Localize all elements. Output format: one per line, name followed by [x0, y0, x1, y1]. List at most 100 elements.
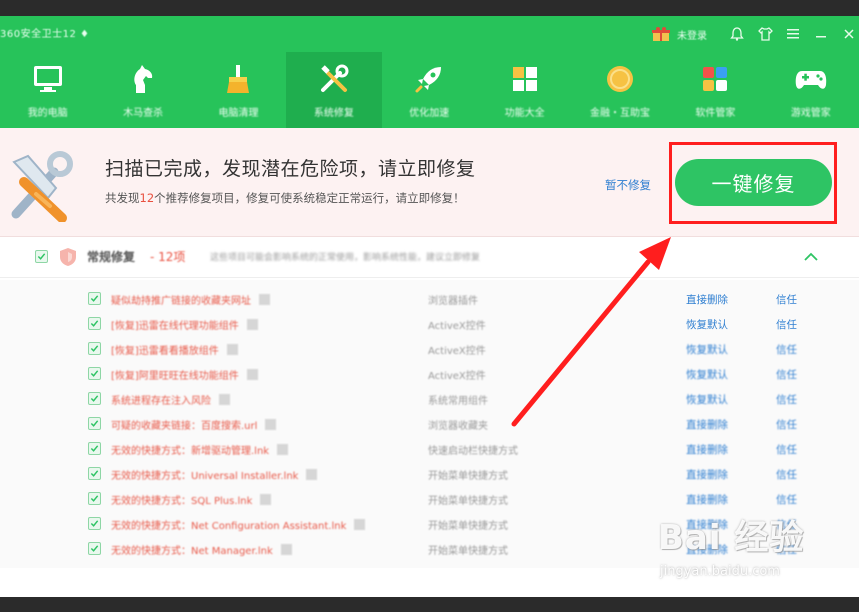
item-trust-action[interactable]: 信任: [776, 392, 797, 407]
annotation-highlight-box: [669, 142, 837, 224]
minimize-icon[interactable]: [813, 26, 829, 42]
item-checkbox[interactable]: [88, 292, 101, 305]
nav-item-optimize[interactable]: 优化加速: [382, 52, 477, 128]
list-item: 系统进程存在注入风险 系统常用组件 恢复默认 信任: [0, 386, 859, 411]
nav-item-game-manager[interactable]: 游戏管家: [763, 52, 858, 128]
nav-item-system-repair[interactable]: 系统修复: [286, 52, 382, 128]
shirt-skin-icon[interactable]: [757, 26, 773, 42]
nav-label: 功能大全: [504, 108, 545, 119]
bell-icon[interactable]: [729, 26, 745, 42]
item-type: 开始菜单快捷方式: [428, 546, 508, 557]
item-primary-action[interactable]: 直接删除: [686, 467, 728, 482]
chevron-up-icon[interactable]: [801, 247, 821, 267]
item-primary-action[interactable]: 直接删除: [686, 442, 728, 457]
login-status[interactable]: 未登录: [677, 27, 707, 42]
nav-item-cleanup[interactable]: 电脑清理: [191, 52, 286, 128]
menu-icon[interactable]: [785, 26, 801, 42]
item-trust-action[interactable]: 信任: [776, 442, 797, 457]
category-header: 常规修复 - 12项 这些项目可能会影响系统的正常使用，影响系统性能，建议立即修…: [0, 237, 859, 278]
apps-icon: [698, 62, 732, 96]
list-item: 无效的快捷方式：Universal Installer.lnk 开始菜单快捷方式…: [0, 461, 859, 486]
item-checkbox[interactable]: [88, 467, 101, 480]
item-type: ActiveX控件: [428, 321, 486, 332]
category-label: 常规修复: [87, 250, 136, 264]
item-trust-action[interactable]: 信任: [776, 367, 797, 382]
issue-count: 12: [139, 191, 155, 205]
list-item: [恢复]迅雷看看播放组件 ActiveX控件 恢复默认 信任: [0, 336, 859, 361]
item-primary-action[interactable]: 恢复默认: [686, 392, 728, 407]
broom-icon: [221, 62, 255, 96]
item-primary-action[interactable]: 恢复默认: [686, 367, 728, 382]
item-checkbox[interactable]: [88, 517, 101, 530]
nav-label: 金融・互助宝: [590, 108, 651, 119]
list-item: [恢复]阿里旺旺在线功能组件 ActiveX控件 恢复默认 信任: [0, 361, 859, 386]
item-type: 浏览器收藏夹: [428, 421, 488, 432]
detail-icon[interactable]: [246, 369, 258, 380]
item-type: ActiveX控件: [428, 371, 486, 382]
item-type: 开始菜单快捷方式: [428, 471, 508, 482]
item-trust-action[interactable]: 信任: [776, 467, 797, 482]
item-checkbox[interactable]: [88, 417, 101, 430]
detail-icon[interactable]: [259, 294, 270, 305]
item-checkbox[interactable]: [88, 317, 101, 330]
item-type: 浏览器插件: [428, 296, 478, 307]
item-checkbox[interactable]: [88, 367, 101, 380]
item-name: 系统进程存在注入风险: [111, 392, 230, 407]
top-screen-edge: [0, 0, 859, 16]
item-primary-action[interactable]: 直接删除: [686, 292, 728, 307]
detail-icon[interactable]: [246, 319, 258, 330]
item-type: 快速启动栏快捷方式: [428, 446, 518, 457]
shield-icon: [59, 247, 77, 267]
detail-icon[interactable]: [260, 494, 272, 505]
skip-repair-link[interactable]: 暂不修复: [605, 177, 651, 193]
item-primary-action[interactable]: 恢复默认: [686, 317, 728, 332]
item-trust-action[interactable]: 信任: [776, 417, 797, 432]
detail-icon[interactable]: [265, 419, 277, 430]
item-primary-action[interactable]: 恢复默认: [686, 342, 728, 357]
bottom-screen-edge: [0, 597, 859, 612]
item-trust-action[interactable]: 信任: [776, 317, 797, 332]
title-bar: 360安全卫士12 ♦ 未登录: [0, 16, 859, 52]
grid-icon: [508, 62, 542, 96]
item-name: 可疑的收藏夹链接：百度搜索.url: [111, 417, 277, 432]
nav-item-trojan-scan[interactable]: 木马查杀: [95, 52, 190, 128]
item-primary-action[interactable]: 直接删除: [686, 417, 728, 432]
item-name: [恢复]迅雷在线代理功能组件: [111, 317, 258, 332]
item-primary-action[interactable]: 直接删除: [686, 492, 728, 507]
detail-icon[interactable]: [226, 344, 238, 355]
item-trust-action[interactable]: 信任: [776, 292, 797, 307]
item-checkbox[interactable]: [88, 492, 101, 505]
item-type: 开始菜单快捷方式: [428, 496, 508, 507]
list-item: 无效的快捷方式：SQL Plus.lnk 开始菜单快捷方式 直接删除 信任: [0, 486, 859, 511]
item-checkbox[interactable]: [88, 392, 101, 405]
banner-title: 扫描已完成，发现潜在危险项，请立即修复: [105, 158, 476, 180]
detail-icon[interactable]: [280, 544, 292, 555]
list-item: [恢复]迅雷在线代理功能组件 ActiveX控件 恢复默认 信任: [0, 311, 859, 336]
list-item: 疑似劫持推广链接的收藏夹网址 浏览器插件 直接删除 信任: [0, 286, 859, 311]
coin-icon: [603, 62, 637, 96]
monitor-icon: [31, 62, 65, 96]
item-checkbox[interactable]: [88, 542, 101, 555]
app-title: 360安全卫士12 ♦: [0, 29, 90, 40]
banner-subtitle: 共发现12个推荐修复项目，修复可使系统稳定正常运行，请立即修复！: [105, 190, 465, 206]
detail-icon[interactable]: [277, 444, 289, 455]
item-name: 无效的快捷方式：Net Manager.lnk: [111, 542, 292, 557]
tools-icon: [317, 62, 351, 96]
item-trust-action[interactable]: 信任: [776, 342, 797, 357]
category-checkbox[interactable]: [35, 250, 48, 263]
nav-item-finance[interactable]: 金融・互助宝: [572, 52, 667, 128]
item-checkbox[interactable]: [88, 342, 101, 355]
close-icon[interactable]: [841, 26, 857, 42]
watermark-url: jingyan.baidu.com: [660, 564, 780, 579]
item-checkbox[interactable]: [88, 442, 101, 455]
nav-item-my-computer[interactable]: 我的电脑: [0, 52, 95, 128]
detail-icon[interactable]: [219, 394, 230, 405]
nav-item-features[interactable]: 功能大全: [477, 52, 572, 128]
subtitle-prefix: 共发现: [105, 191, 140, 205]
repair-tools-icon: [6, 142, 76, 223]
item-trust-action[interactable]: 信任: [776, 492, 797, 507]
detail-icon[interactable]: [354, 519, 366, 530]
nav-item-software-manager[interactable]: 软件管家: [668, 52, 763, 128]
gift-icon[interactable]: [651, 26, 671, 42]
detail-icon[interactable]: [306, 469, 318, 480]
